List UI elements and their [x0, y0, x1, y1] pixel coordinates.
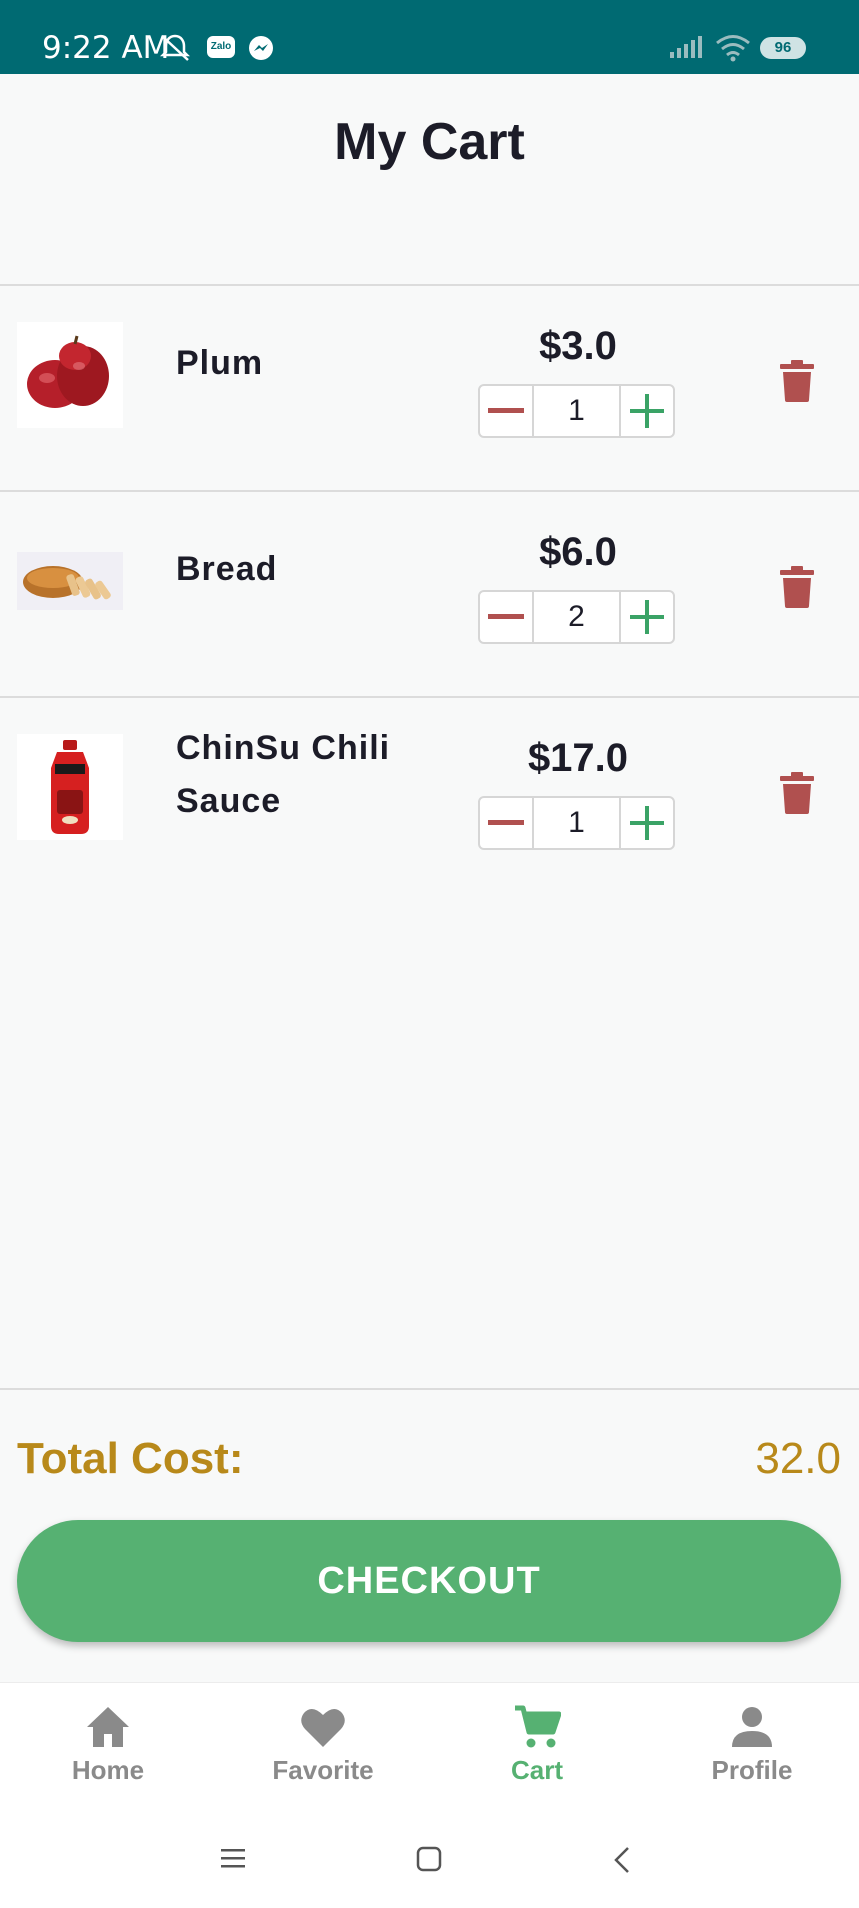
cart-item-plum: Plum $3.0 1 [0, 286, 859, 492]
bread-image [17, 552, 123, 610]
nav-item-profile[interactable]: Profile [662, 1703, 842, 1786]
muted-bell-icon [159, 34, 191, 61]
minus-icon [488, 820, 524, 825]
cart-item-chinsu-chili-sauce: ChinSu Chili Sauce $17.0 1 [0, 698, 859, 904]
trash-icon[interactable] [780, 566, 814, 608]
plum-image [17, 322, 123, 428]
minus-icon [488, 614, 524, 619]
nav-item-home[interactable]: Home [18, 1703, 198, 1786]
home-system-icon[interactable] [416, 1846, 442, 1872]
checkout-button[interactable]: CHECKOUT [17, 1520, 841, 1642]
quantity-stepper: 2 [478, 590, 675, 644]
quantity-value: 1 [568, 806, 585, 839]
decrease-quantity-button[interactable] [480, 798, 534, 848]
battery-indicator: 96 [760, 37, 806, 59]
status-time: 9:22 AM [42, 30, 170, 66]
system-navigation-bar [0, 1822, 859, 1908]
home-icon [87, 1707, 129, 1747]
item-name: Plum [176, 344, 264, 382]
bottom-navigation: Home Favorite Cart Profile [0, 1682, 859, 1822]
plus-icon [630, 806, 664, 840]
total-cost-label: Total Cost: [17, 1434, 244, 1483]
minus-icon [488, 408, 524, 413]
quantity-stepper: 1 [478, 796, 675, 850]
page-title: My Cart [334, 113, 525, 171]
cart-icon [515, 1705, 561, 1748]
item-price: $6.0 [539, 530, 617, 574]
increase-quantity-button[interactable] [619, 592, 673, 642]
messenger-icon [249, 36, 273, 60]
cart-screen: 9:22 AM Zalo 96 My Cart Plum $3.0 1 Brea… [0, 0, 859, 1908]
quantity-value: 1 [568, 394, 585, 427]
nav-label-profile: Profile [711, 1755, 793, 1785]
quantity-value: 2 [568, 600, 585, 633]
plus-icon [630, 394, 664, 428]
item-price: $3.0 [539, 324, 617, 368]
nav-label-favorite: Favorite [272, 1755, 374, 1785]
recent-apps-icon[interactable] [219, 1846, 247, 1870]
nav-label-home: Home [71, 1755, 145, 1785]
plus-icon [630, 600, 664, 634]
divider [0, 1388, 859, 1390]
decrease-quantity-button[interactable] [480, 386, 534, 436]
trash-icon[interactable] [780, 772, 814, 814]
increase-quantity-button[interactable] [619, 386, 673, 436]
increase-quantity-button[interactable] [619, 798, 673, 848]
item-name: ChinSu Chili Sauce [176, 729, 391, 820]
signal-icon [670, 36, 702, 58]
quantity-stepper: 1 [478, 384, 675, 438]
trash-icon[interactable] [780, 360, 814, 402]
nav-label-cart: Cart [510, 1755, 563, 1785]
status-bar: 9:22 AM Zalo 96 [0, 0, 859, 74]
decrease-quantity-button[interactable] [480, 592, 534, 642]
heart-icon [301, 1708, 345, 1747]
zalo-icon: Zalo [207, 36, 235, 58]
chili-sauce-image [17, 734, 123, 840]
nav-item-favorite[interactable]: Favorite [233, 1703, 413, 1786]
cart-item-bread: Bread $6.0 2 [0, 492, 859, 698]
person-icon [732, 1707, 772, 1747]
item-name: Bread [176, 550, 278, 588]
total-cost-value: 32.0 [755, 1434, 841, 1483]
back-icon[interactable] [612, 1846, 632, 1874]
wifi-icon [716, 35, 750, 62]
nav-item-cart[interactable]: Cart [447, 1703, 627, 1786]
item-price: $17.0 [527, 736, 629, 780]
